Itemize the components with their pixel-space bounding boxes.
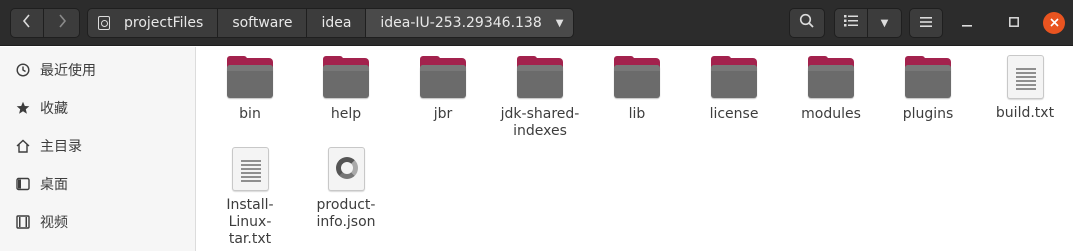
file-item-license[interactable]: license [686, 51, 782, 123]
maximize-button[interactable] [1003, 12, 1025, 34]
caret-down-icon: ▼ [880, 17, 889, 29]
desktop-icon [16, 177, 30, 191]
caret-down-icon: ▼ [555, 17, 564, 29]
json-file-icon [327, 147, 365, 191]
file-label: license [709, 106, 759, 122]
minimize-icon [962, 15, 972, 31]
back-button[interactable] [10, 8, 44, 38]
sidebar-item-label: 最近使用 [40, 63, 96, 79]
file-grid: bin help jbr jdk-shared-indexes lib lice… [197, 47, 1073, 251]
text-file-icon [1006, 55, 1044, 99]
video-icon [16, 215, 30, 229]
search-button[interactable] [789, 8, 825, 38]
file-label: modules [801, 106, 861, 122]
folder-icon [227, 56, 273, 100]
close-button[interactable] [1043, 12, 1065, 34]
search-icon [799, 13, 815, 33]
file-item-help[interactable]: help [298, 51, 394, 123]
sidebar-item-home[interactable]: 主目录 [0, 127, 196, 165]
folder-icon [711, 56, 757, 100]
breadcrumb-projectfiles[interactable]: projectFiles [87, 8, 219, 38]
file-item-bin[interactable]: bin [202, 51, 298, 123]
close-icon [1049, 16, 1059, 30]
breadcrumb-idea[interactable]: idea [307, 8, 367, 38]
sidebar-item-recent[interactable]: 最近使用 [0, 51, 196, 89]
star-icon [16, 101, 30, 115]
file-label: lib [628, 106, 646, 122]
forward-button[interactable] [44, 8, 80, 38]
main-menu-button[interactable] [909, 8, 943, 38]
maximize-icon [1009, 15, 1019, 31]
file-label: jbr [433, 106, 453, 122]
view-toggle-button[interactable] [834, 8, 868, 38]
file-item-product-info-json[interactable]: product-info.json [298, 143, 394, 231]
breadcrumb-label: idea-IU-253.29346.138 [380, 15, 542, 31]
breadcrumb-current[interactable]: idea-IU-253.29346.138 ▼ [366, 8, 575, 38]
file-item-jdk-shared-indexes[interactable]: jdk-shared-indexes [492, 51, 588, 140]
file-item-plugins[interactable]: plugins [880, 51, 976, 123]
breadcrumb-software[interactable]: software [218, 8, 308, 38]
chevron-right-icon [57, 14, 67, 32]
file-label: jdk-shared-indexes [500, 106, 580, 139]
sidebar-item-label: 收藏 [40, 101, 68, 117]
sidebar-item-label: 主目录 [40, 139, 82, 155]
clock-icon [16, 63, 30, 77]
file-label: help [330, 106, 362, 122]
text-file-icon [231, 147, 269, 191]
file-item-build-txt[interactable]: build.txt [977, 51, 1073, 122]
view-options-button[interactable]: ▼ [868, 8, 902, 38]
file-item-modules[interactable]: modules [783, 51, 879, 123]
file-label: Install-Linux-tar.txt [226, 197, 274, 247]
breadcrumb-label: projectFiles [124, 15, 204, 31]
list-view-icon [844, 15, 858, 31]
drive-icon [98, 16, 110, 30]
file-label: product-info.json [316, 197, 376, 230]
folder-icon [420, 56, 466, 100]
file-label: build.txt [995, 105, 1055, 121]
sidebar-item-starred[interactable]: 收藏 [0, 89, 196, 127]
folder-icon [517, 56, 563, 100]
hamburger-menu-icon [920, 15, 932, 31]
folder-icon [614, 56, 660, 100]
minimize-button[interactable] [956, 12, 978, 34]
sidebar-item-label: 桌面 [40, 177, 68, 193]
folder-icon [808, 56, 854, 100]
sidebar: 最近使用 收藏 主目录 桌面 视频 [0, 47, 196, 251]
file-label: plugins [902, 106, 954, 122]
breadcrumb-label: software [232, 15, 293, 31]
file-item-jbr[interactable]: jbr [395, 51, 491, 123]
sidebar-item-label: 视频 [40, 215, 68, 231]
folder-icon [905, 56, 951, 100]
file-item-install-linux-tar[interactable]: Install-Linux-tar.txt [202, 143, 298, 248]
header-bar: projectFiles software idea idea-IU-253.2… [0, 0, 1073, 46]
sidebar-item-videos[interactable]: 视频 [0, 203, 196, 241]
breadcrumb-label: idea [321, 15, 352, 31]
chevron-left-icon [22, 14, 32, 32]
path-bar: projectFiles software idea idea-IU-253.2… [87, 8, 575, 38]
file-item-lib[interactable]: lib [589, 51, 685, 123]
home-icon [16, 139, 30, 153]
sidebar-item-desktop[interactable]: 桌面 [0, 165, 196, 203]
file-label: bin [239, 106, 261, 122]
folder-icon [323, 56, 369, 100]
